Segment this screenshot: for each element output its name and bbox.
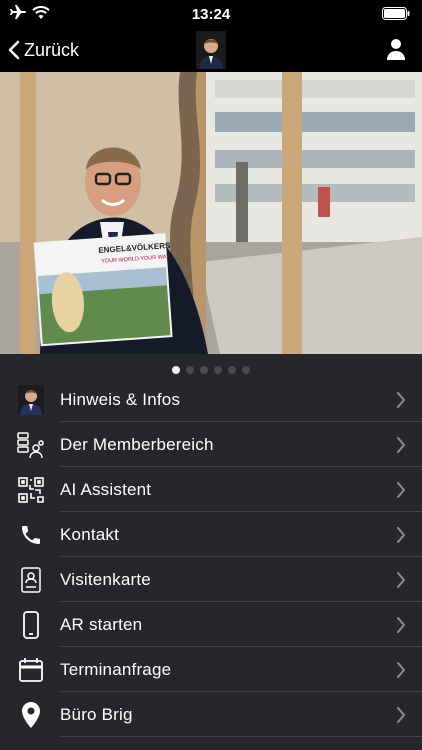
menu-label: Hinweis & Infos	[60, 389, 181, 409]
menu-label: AI Assistent	[60, 479, 152, 499]
hero-photo[interactable]: ENGEL&VÖLKERS YOUR WORLD YOUR WAY	[0, 72, 422, 354]
back-button[interactable]: Zurück	[8, 37, 79, 63]
chevron-right-icon	[397, 526, 405, 543]
status-time: 13:24	[191, 6, 231, 23]
carousel-dot[interactable]	[214, 366, 222, 374]
menu-label: Terminanfrage	[60, 659, 172, 679]
menu-item-terminanfrage[interactable]: Terminanfrage	[0, 647, 422, 692]
business-card-icon	[16, 565, 46, 595]
chevron-right-icon	[397, 706, 405, 723]
status-bar: 13:24	[0, 0, 422, 28]
carousel-dot[interactable]	[172, 366, 180, 374]
chevron-right-icon	[397, 391, 405, 408]
menu-item-visitenkarte[interactable]: Visitenkarte	[0, 557, 422, 602]
navigation-bar: Zurück	[0, 28, 422, 72]
calendar-icon	[16, 655, 46, 685]
chevron-right-icon	[397, 616, 405, 633]
menu-item-ai-assistent[interactable]: AI Assistent	[0, 467, 422, 512]
back-label: Zurück	[24, 39, 80, 60]
menu-label: Büro Brig	[60, 704, 133, 724]
menu-label: Kontakt	[60, 524, 120, 544]
menu-list: Hinweis & Infos Der Memberbereich AI Ass…	[0, 377, 422, 737]
chevron-right-icon	[397, 481, 405, 498]
menu-item-memberbereich[interactable]: Der Memberbereich	[0, 422, 422, 467]
carousel-page-indicator[interactable]	[0, 366, 422, 376]
chevron-right-icon	[397, 571, 405, 588]
menu-label: Visitenkarte	[60, 569, 151, 589]
phone-icon	[16, 520, 46, 550]
menu-item-buero-brig[interactable]: Büro Brig	[0, 692, 422, 737]
carousel-dot[interactable]	[242, 366, 250, 374]
person-portrait-icon	[16, 384, 46, 415]
smartphone-icon	[16, 610, 46, 640]
carousel-dot[interactable]	[186, 366, 194, 374]
menu-item-ar-starten[interactable]: AR starten	[0, 602, 422, 647]
carousel-dot[interactable]	[200, 366, 208, 374]
menu-label: Der Memberbereich	[60, 434, 214, 454]
menu-item-hinweis-infos[interactable]: Hinweis & Infos	[0, 377, 422, 422]
menu-item-kontakt[interactable]: Kontakt	[0, 512, 422, 557]
qr-code-icon	[16, 475, 46, 505]
carousel-dot[interactable]	[228, 366, 236, 374]
members-area-icon	[16, 430, 46, 460]
profile-icon[interactable]	[386, 38, 406, 60]
hero-illustration: ENGEL&VÖLKERS YOUR WORLD YOUR WAY	[0, 72, 422, 354]
agent-avatar	[196, 31, 226, 69]
battery-icon	[382, 7, 410, 20]
menu-label: AR starten	[60, 614, 143, 634]
chevron-right-icon	[397, 436, 405, 453]
location-pin-icon	[16, 700, 46, 730]
chevron-right-icon	[397, 661, 405, 678]
chevron-left-icon	[8, 40, 20, 60]
